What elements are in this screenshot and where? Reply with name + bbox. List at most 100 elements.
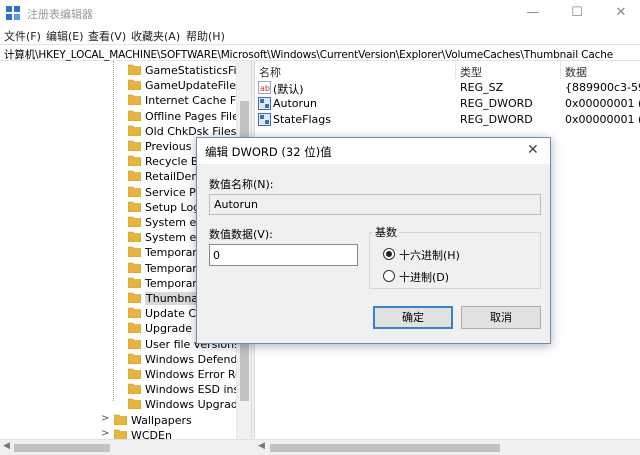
folder-icon xyxy=(128,216,141,227)
address-bar[interactable]: 计算机\HKEY_LOCAL_MACHINE\SOFTWARE\Microsof… xyxy=(0,44,640,61)
radio-dec-circle[interactable] xyxy=(383,270,395,282)
value-type: REG_DWORD xyxy=(460,113,533,126)
dialog-title-bar: 编辑 DWORD (32 位)值 ✕ xyxy=(197,138,550,164)
value-data: {889900c3-59 xyxy=(565,81,640,94)
binary-value-icon xyxy=(258,113,271,126)
folder-icon xyxy=(114,429,127,439)
folder-icon xyxy=(128,292,141,303)
tree-item-label: Temporary xyxy=(145,276,204,290)
tree-item-label: Recycle Bi xyxy=(145,155,202,169)
menu-file[interactable]: 文件(F) xyxy=(4,28,41,44)
folder-icon xyxy=(128,399,141,410)
expand-chevron-icon[interactable]: > xyxy=(101,428,109,439)
column-header-type[interactable]: 类型 xyxy=(460,64,482,80)
svg-text:ab: ab xyxy=(260,84,270,93)
window-title: 注册表编辑器 xyxy=(27,8,93,21)
folder-icon xyxy=(128,338,141,349)
radio-hex-circle[interactable] xyxy=(383,248,395,260)
folder-icon xyxy=(128,125,141,136)
tree-item-label: GameStatisticsFile xyxy=(145,64,247,77)
value-row[interactable]: StateFlags REG_DWORD 0x00000001 (1 xyxy=(255,112,640,128)
tree-item-label: Temporary xyxy=(145,261,204,275)
tree-guide-line xyxy=(113,61,114,401)
folder-icon xyxy=(128,262,141,273)
value-data-input[interactable] xyxy=(209,244,358,266)
tree-item-label: Wallpapers xyxy=(131,413,192,427)
close-button[interactable]: ✕ xyxy=(606,3,636,23)
horizontal-scrollbar[interactable]: ◀ ◀ xyxy=(0,439,640,455)
tree-item-label: Windows Upgrad xyxy=(145,398,238,412)
column-separator[interactable] xyxy=(455,61,456,79)
column-separator[interactable] xyxy=(560,61,561,79)
value-name-label: 数值名称(N): xyxy=(209,178,274,191)
list-hscroll-thumb[interactable] xyxy=(270,444,500,452)
radio-hex-label: 十六进制(H) xyxy=(399,249,460,262)
tree-item-label: Windows Defende xyxy=(145,352,245,366)
tree-item-label: Setup Log xyxy=(145,200,201,214)
dialog-close-button[interactable]: ✕ xyxy=(527,142,539,158)
value-data: 0x00000001 (1 xyxy=(565,97,640,110)
value-name: Autorun xyxy=(273,97,318,110)
value-row[interactable]: ab (默认) REG_SZ {889900c3-59 xyxy=(255,80,640,96)
folder-icon xyxy=(128,277,141,288)
title-bar: 注册表编辑器 — ☐ ✕ xyxy=(0,0,640,26)
folder-icon xyxy=(128,140,141,151)
base-group-label: 基数 xyxy=(373,224,399,240)
binary-value-icon xyxy=(258,97,271,110)
folder-icon xyxy=(128,247,141,258)
radio-dec-label: 十进制(D) xyxy=(399,271,450,284)
dialog-title: 编辑 DWORD (32 位)值 xyxy=(205,145,332,159)
folder-icon xyxy=(128,307,141,319)
tree-item-label: Thumbnai xyxy=(145,292,203,305)
menu-edit[interactable]: 编辑(E) xyxy=(46,28,84,44)
menu-favorites[interactable]: 收藏夹(A) xyxy=(131,28,180,44)
tree-item-label: Windows Error Re xyxy=(145,368,242,381)
edit-dword-dialog: 编辑 DWORD (32 位)值 ✕ 数值名称(N): Autorun 数值数据… xyxy=(196,137,551,344)
tree-hscroll-thumb[interactable] xyxy=(14,444,110,452)
menu-help[interactable]: 帮助(H) xyxy=(186,28,225,44)
tree-item-label: Service Pa xyxy=(145,185,203,199)
folder-icon xyxy=(128,353,141,364)
address-path: 计算机\HKEY_LOCAL_MACHINE\SOFTWARE\Microsof… xyxy=(4,49,614,61)
value-data: 0x00000001 (1 xyxy=(565,113,640,126)
column-header-data[interactable]: 数据 xyxy=(565,64,587,80)
scroll-left-arrow-icon[interactable]: ◀ xyxy=(258,441,265,451)
scroll-left-arrow-icon[interactable]: ◀ xyxy=(3,441,10,451)
value-name: StateFlags xyxy=(273,113,331,126)
tree-item-label: Update Cl xyxy=(145,307,200,321)
ok-button[interactable]: 确定 xyxy=(373,306,453,329)
string-value-icon: ab xyxy=(258,81,271,94)
folder-icon xyxy=(128,79,141,91)
folder-icon xyxy=(128,171,141,182)
minimize-button[interactable]: — xyxy=(518,3,548,23)
value-name: (默认) xyxy=(273,83,304,96)
tree-item-label: Windows ESD inst xyxy=(145,383,244,397)
maximize-button[interactable]: ☐ xyxy=(562,3,592,23)
menu-bar: 文件(F) 编辑(E) 查看(V) 收藏夹(A) 帮助(H) xyxy=(0,26,640,44)
folder-icon xyxy=(128,368,141,379)
folder-icon xyxy=(128,95,141,106)
radio-selected-dot xyxy=(386,251,392,257)
folder-icon xyxy=(128,110,141,121)
value-row[interactable]: Autorun REG_DWORD 0x00000001 (1 xyxy=(255,96,640,112)
value-name-field: Autorun xyxy=(209,194,541,215)
folder-icon xyxy=(128,64,141,75)
folder-icon xyxy=(128,201,141,212)
expand-chevron-icon[interactable]: > xyxy=(101,413,109,424)
column-header-name[interactable]: 名称 xyxy=(259,64,281,80)
folder-icon xyxy=(128,323,141,334)
value-data-label: 数值数据(V): xyxy=(209,228,273,241)
tree-item-label: Temporary xyxy=(145,246,204,260)
tree-item-label: RetailDem xyxy=(145,170,203,184)
folder-icon xyxy=(128,383,141,395)
menu-view[interactable]: 查看(V) xyxy=(88,28,126,44)
tree-item-label: Offline Pages File xyxy=(145,109,239,123)
tree-item-label: GameUpdateFiles xyxy=(145,79,242,93)
folder-icon xyxy=(128,231,141,243)
cancel-button[interactable]: 取消 xyxy=(461,306,541,329)
folder-icon xyxy=(128,186,141,197)
tree-item-label: WCDEn xyxy=(131,428,172,439)
value-type: REG_SZ xyxy=(460,81,504,94)
tree-item-label: Old ChkDsk Files xyxy=(145,124,237,138)
registry-editor-icon xyxy=(6,6,20,20)
